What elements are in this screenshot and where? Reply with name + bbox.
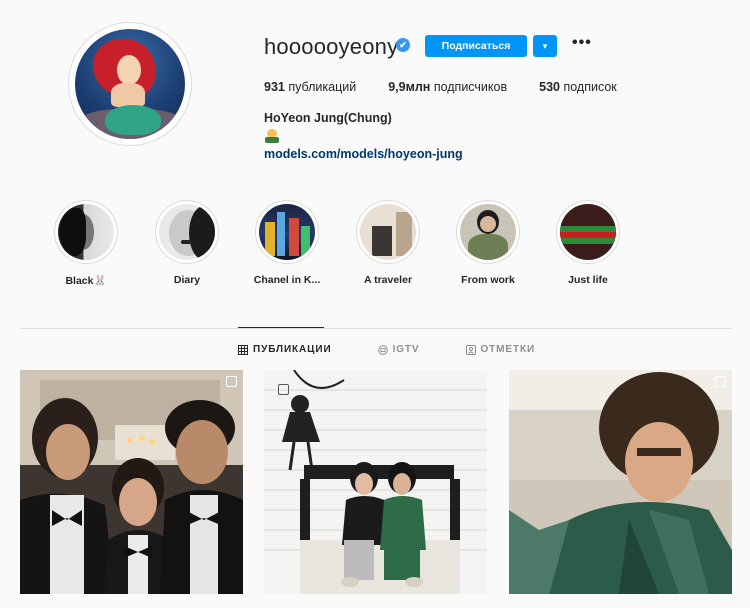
tab-igtv[interactable]: IGTV [377, 344, 420, 355]
stat-followers-label: подписчиков [433, 80, 508, 94]
tab-igtv-label: IGTV [392, 344, 420, 355]
more-options-icon[interactable]: ••• [572, 34, 592, 54]
stat-posts: 931 публикаций [264, 80, 356, 94]
profile-tabs: ПУБЛИКАЦИИ IGTV ОТМЕТКИ [238, 344, 581, 355]
multiple-photos-icon [715, 376, 726, 387]
post-image [509, 370, 732, 594]
stat-following-value: 530 [539, 80, 560, 94]
bio-emoji-icon [264, 129, 280, 143]
tab-tagged[interactable]: ОТМЕТКИ [465, 344, 536, 355]
avatar-image [75, 29, 185, 139]
profile-website-link[interactable]: models.com/models/hoyeon-jung [264, 147, 463, 161]
igtv-icon [377, 344, 388, 355]
verified-badge-icon: ✔ [396, 38, 410, 52]
stat-followers[interactable]: 9,9млн подписчиков [388, 80, 507, 94]
profile-full-name: HoYeon Jung(Chung) [264, 111, 392, 125]
post-thumbnail[interactable] [20, 370, 243, 594]
highlight-cover [58, 204, 114, 260]
highlight-item[interactable]: Just life [548, 200, 628, 286]
stat-followers-value: 9,9млн [388, 80, 431, 94]
highlight-label: Black🐰 [65, 275, 107, 287]
tagged-icon [465, 344, 476, 355]
stat-posts-label: публикаций [288, 80, 357, 94]
grid-icon [238, 344, 248, 355]
active-tab-indicator [238, 327, 324, 328]
stat-following[interactable]: 530 подписок [539, 80, 617, 94]
highlight-label: A traveler [363, 274, 413, 286]
post-image [20, 370, 243, 594]
highlight-label: Chanel in K... [253, 274, 321, 286]
highlight-cover [460, 204, 516, 260]
highlight-cover [159, 204, 215, 260]
highlight-item[interactable]: Diary [147, 200, 227, 286]
tab-posts-label: ПУБЛИКАЦИИ [253, 344, 332, 355]
suggestions-dropdown-button[interactable]: ▾ [533, 35, 557, 57]
highlight-item[interactable]: Chanel in K... [247, 200, 327, 286]
story-highlights: Black🐰 Diary Chanel in K... A traveler F… [50, 200, 650, 292]
post-image [264, 370, 487, 594]
highlight-label: Just life [568, 274, 608, 286]
highlight-item[interactable]: A traveler [348, 200, 428, 286]
highlight-label: Diary [173, 274, 201, 286]
tabs-divider [20, 328, 732, 329]
multiple-photos-icon [226, 376, 237, 387]
highlight-item[interactable]: From work [448, 200, 528, 286]
tab-tagged-label: ОТМЕТКИ [480, 344, 536, 355]
stat-following-label: подписок [563, 80, 617, 94]
post-thumbnail[interactable] [264, 370, 487, 594]
follow-button[interactable]: Подписаться [425, 35, 527, 57]
profile-stats: 931 публикаций 9,9млн подписчиков 530 по… [264, 80, 649, 94]
highlight-cover [259, 204, 315, 260]
highlight-cover [360, 204, 416, 260]
stat-posts-value: 931 [264, 80, 285, 94]
highlight-item[interactable]: Black🐰 [46, 200, 126, 287]
highlight-label: From work [461, 274, 515, 286]
profile-avatar[interactable] [68, 22, 192, 146]
tab-posts[interactable]: ПУБЛИКАЦИИ [238, 344, 332, 355]
post-thumbnail[interactable] [509, 370, 732, 594]
profile-username: hoooooyeony [264, 34, 399, 59]
multiple-photos-icon [278, 384, 289, 395]
highlight-cover [560, 204, 616, 260]
